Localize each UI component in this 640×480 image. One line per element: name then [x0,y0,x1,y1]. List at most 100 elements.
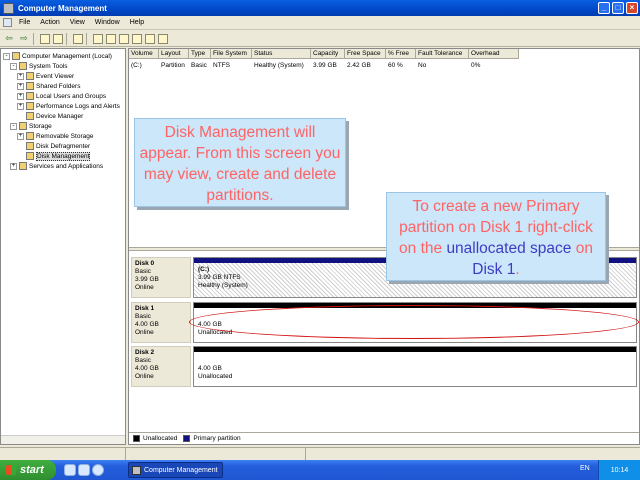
expand-icon[interactable]: + [17,82,24,90]
disk-2-unallocated-space[interactable]: 4.00 GB Unallocated [193,346,637,387]
tree-item-label: Disk Defragmenter [36,142,91,150]
tree-node-icon [12,52,20,60]
up-folder-icon[interactable] [40,33,50,44]
media-player-icon[interactable] [78,464,90,476]
show-desktop-icon[interactable] [64,464,76,476]
tree-item[interactable]: - Computer Management (Local) [3,51,112,61]
column-header[interactable]: Layout [159,49,189,59]
tree-item-label: Services and Applications [29,162,104,170]
expand-icon[interactable]: + [17,102,24,110]
menu-file[interactable]: File [14,19,35,26]
internet-explorer-icon[interactable] [92,464,104,476]
help-icon[interactable] [93,33,103,44]
tree-node-icon [19,62,27,70]
system-menu-icon[interactable] [3,18,12,27]
window-title: Computer Management [18,3,107,13]
tree-item[interactable]: Device Manager [17,111,83,121]
tree-item[interactable]: + Local Users and Groups [17,91,106,101]
tree-item[interactable]: Disk Defragmenter [17,141,90,151]
tree-item[interactable]: + Services and Applications [10,161,103,171]
toolbar-divider [66,32,67,45]
column-header[interactable]: Type [189,49,211,59]
column-header[interactable]: Status [252,49,311,59]
start-button[interactable]: start [0,460,56,480]
tree-item[interactable]: + Shared Folders [17,81,80,91]
tree-item[interactable]: - System Tools [10,61,68,71]
refresh-icon[interactable] [145,33,155,44]
tree-item-label: Computer Management (Local) [22,52,112,60]
column-header[interactable]: % Free [386,49,416,59]
language-indicator[interactable]: EN [580,465,590,472]
tree-node-icon [19,162,27,170]
taskbar-computer-management[interactable]: Computer Management [128,462,223,478]
menu-action[interactable]: Action [35,19,64,26]
connect-icon[interactable] [119,33,129,44]
table-cell: NTFS [213,62,230,69]
minimize-button[interactable]: _ [598,2,610,14]
status-bar [0,447,640,460]
expand-icon[interactable]: + [17,72,24,80]
tree-node-icon [26,102,34,110]
tree-item[interactable]: + Removable Storage [17,131,93,141]
collapse-icon[interactable]: - [10,62,17,70]
tree-item[interactable]: - Storage [10,121,52,131]
table-cell: (C:) [131,62,142,69]
close-button[interactable]: × [626,2,638,14]
menu-help[interactable]: Help [125,19,149,26]
collapse-icon[interactable]: - [3,52,10,60]
tree-horizontal-scrollbar[interactable] [1,435,125,444]
disk-legend: Unallocated Primary partition [129,432,639,444]
tree-item[interactable]: + Performance Logs and Alerts [17,101,120,111]
collapse-icon[interactable]: - [10,122,17,130]
tree-item-label: Event Viewer [36,72,75,80]
expand-icon[interactable]: + [17,92,24,100]
disk-2-row[interactable]: Disk 2 Basic 4.00 GB Online 4.00 GB Unal… [131,346,637,387]
disk-1-label[interactable]: Disk 1 Basic 4.00 GB Online [131,302,191,343]
tree-node-icon [26,72,34,80]
menu-view[interactable]: View [65,19,90,26]
table-cell: 60 % [388,62,403,69]
column-header[interactable]: Overhead [469,49,519,59]
clock[interactable]: 10:14 [611,467,629,474]
column-header[interactable]: File System [211,49,252,59]
back-arrow-icon[interactable]: ⇦ [3,33,15,45]
tree-item-label: Shared Folders [36,82,81,90]
tree-node-icon [19,122,27,130]
tree-item[interactable]: + Event Viewer [17,71,74,81]
forward-arrow-icon[interactable]: ⇨ [18,33,30,45]
tree-node-icon [26,142,34,150]
column-header[interactable]: Capacity [311,49,345,59]
column-header[interactable]: Fault Tolerance [416,49,469,59]
tree-item-label: Local Users and Groups [36,92,107,100]
tree-node-icon [26,112,34,120]
callout-disk-management: Disk Management will appear. From this s… [134,118,346,207]
table-cell: Basic [191,62,207,69]
expand-icon[interactable]: + [10,162,17,170]
menu-bar: File Action View Window Help [0,16,640,30]
tree-item-label: Removable Storage [36,132,94,140]
desktop: Computer Management _ □ × File Action Vi… [0,0,640,480]
menu-window[interactable]: Window [90,19,125,26]
system-tray: 10:14 [598,460,640,480]
expand-icon[interactable]: + [17,132,24,140]
table-row[interactable]: (C:) Partition Basic NTFS Healthy (System) 3.… [129,61,519,71]
computer-management-icon [3,2,14,14]
export-icon[interactable] [158,33,168,44]
table-cell: 0% [471,62,481,69]
disk-0-label[interactable]: Disk 0 Basic 3.99 GB Online [131,257,191,298]
disk-2-label[interactable]: Disk 2 Basic 4.00 GB Online [131,346,191,387]
title-bar[interactable]: Computer Management _ □ × [0,0,640,16]
settings-icon[interactable] [106,33,116,44]
delete-icon[interactable] [132,33,142,44]
properties-icon[interactable] [73,33,83,44]
volume-list-header: Volume Layout Type File System Status Capacit… [129,49,519,59]
column-header[interactable]: Volume [129,49,159,59]
toolbar: ⇦ ⇨ [0,31,640,47]
tree-node-icon [26,82,34,90]
table-cell: Healthy (System) [254,62,304,69]
tree-item[interactable]: Disk Management [17,151,91,161]
maximize-button[interactable]: □ [612,2,624,14]
column-header[interactable]: Free Space [345,49,386,59]
show-tree-icon[interactable] [53,33,63,44]
